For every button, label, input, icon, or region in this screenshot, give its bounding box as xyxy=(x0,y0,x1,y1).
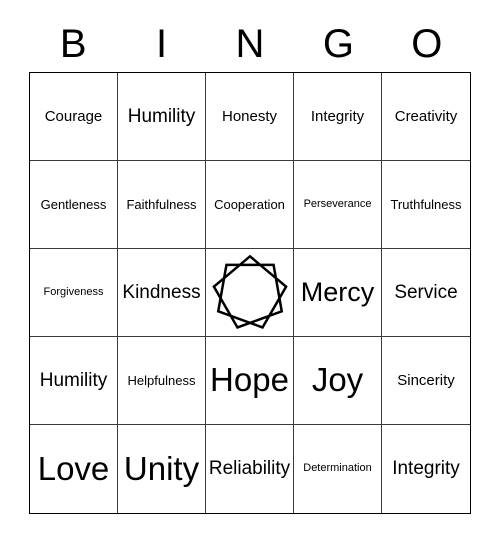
bingo-cell-o-2[interactable]: Truthfulness xyxy=(382,161,470,249)
bingo-header-row: B I N G O xyxy=(29,16,471,72)
bingo-cell-n-5[interactable]: Reliability xyxy=(206,425,294,513)
bingo-cell-label: Forgiveness xyxy=(43,285,104,298)
bingo-cell-label: Truthfulness xyxy=(390,196,462,212)
bingo-cell-label: Courage xyxy=(44,107,103,125)
header-letter-n: N xyxy=(235,22,265,66)
bingo-cell-label: Joy xyxy=(311,361,364,399)
bingo-cell-label: Sincerity xyxy=(397,371,455,389)
bingo-cell-o-5[interactable]: Integrity xyxy=(382,425,470,513)
bingo-cell-n-1[interactable]: Honesty xyxy=(206,73,294,161)
bingo-cell-g-4[interactable]: Joy xyxy=(294,337,382,425)
bingo-cell-o-4[interactable]: Sincerity xyxy=(382,337,470,425)
bingo-cell-label: Integrity xyxy=(310,107,365,125)
bingo-cell-label: Honesty xyxy=(221,107,278,125)
bingo-cell-label: Cooperation xyxy=(214,196,285,212)
bingo-cell-label: Gentleness xyxy=(40,196,107,212)
bingo-cell-b-5[interactable]: Love xyxy=(30,425,118,513)
nine-pointed-star-icon xyxy=(211,254,289,332)
header-letter-b: B xyxy=(59,22,87,66)
bingo-cell-label: Kindness xyxy=(122,281,201,303)
bingo-cell-n-4[interactable]: Hope xyxy=(206,337,294,425)
bingo-cell-o-1[interactable]: Creativity xyxy=(382,73,470,161)
bingo-cell-o-3[interactable]: Service xyxy=(382,249,470,337)
bingo-cell-label: Humility xyxy=(127,105,196,127)
bingo-cell-g-3[interactable]: Mercy xyxy=(294,249,382,337)
bingo-cell-label: Service xyxy=(394,281,458,303)
bingo-cell-g-2[interactable]: Perseverance xyxy=(294,161,382,249)
bingo-cell-b-4[interactable]: Humility xyxy=(30,337,118,425)
bingo-cell-g-1[interactable]: Integrity xyxy=(294,73,382,161)
bingo-card: B I N G O Courage Humility Honesty Integrit… xyxy=(0,0,500,544)
bingo-cell-label: Perseverance xyxy=(303,197,372,210)
bingo-cell-label: Faithfulness xyxy=(126,196,197,212)
bingo-cell-g-5[interactable]: Determination xyxy=(294,425,382,513)
bingo-cell-n-2[interactable]: Cooperation xyxy=(206,161,294,249)
bingo-grid: Courage Humility Honesty Integrity Creativit… xyxy=(29,72,471,514)
header-letter-o: O xyxy=(411,22,443,66)
header-letter-i: I xyxy=(156,22,168,66)
bingo-cell-label: Reliability xyxy=(208,458,291,480)
bingo-cell-label: Humility xyxy=(39,369,108,391)
bingo-cell-i-5[interactable]: Unity xyxy=(118,425,206,513)
header-letter-g: G xyxy=(322,22,354,66)
bingo-cell-free-space[interactable] xyxy=(206,249,294,337)
bingo-cell-label: Hope xyxy=(210,361,289,399)
bingo-cell-b-1[interactable]: Courage xyxy=(30,73,118,161)
bingo-cell-i-3[interactable]: Kindness xyxy=(118,249,206,337)
bingo-cell-b-2[interactable]: Gentleness xyxy=(30,161,118,249)
bingo-cell-label: Helpfulness xyxy=(127,372,196,388)
bingo-cell-i-2[interactable]: Faithfulness xyxy=(118,161,206,249)
bingo-cell-label: Mercy xyxy=(300,277,375,308)
bingo-cell-i-1[interactable]: Humility xyxy=(118,73,206,161)
bingo-cell-label: Determination xyxy=(303,462,372,475)
bingo-cell-label: Unity xyxy=(123,449,200,487)
bingo-cell-label: Creativity xyxy=(394,107,458,125)
bingo-cell-b-3[interactable]: Forgiveness xyxy=(30,249,118,337)
bingo-cell-label: Love xyxy=(37,449,110,487)
bingo-cell-label: Integrity xyxy=(392,458,460,480)
bingo-cell-i-4[interactable]: Helpfulness xyxy=(118,337,206,425)
